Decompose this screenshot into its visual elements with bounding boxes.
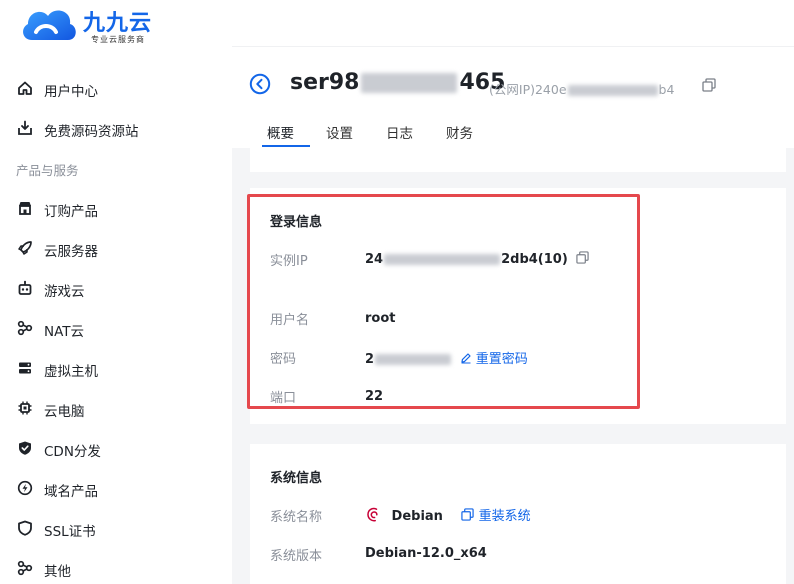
- nav-item-domain[interactable]: 域名产品: [0, 473, 232, 503]
- nav-item-user-center[interactable]: 用户中心: [0, 73, 232, 103]
- nav-item-ssl[interactable]: SSL证书: [0, 513, 232, 543]
- tab-bar: 概要 设置 日志 财务: [262, 118, 782, 148]
- nav-item-order-products[interactable]: 订购产品: [0, 193, 232, 223]
- login-info-title: 登录信息: [270, 215, 323, 230]
- password-prefix: 2: [365, 352, 375, 367]
- os-version-label: 系统版本: [270, 549, 323, 564]
- nav-item-label: 游戏云: [44, 284, 85, 300]
- bolt-circle-icon: [16, 479, 34, 497]
- server-name: ser98 465: [290, 70, 505, 95]
- redacted-text: [384, 254, 501, 265]
- download-box-icon: [16, 119, 34, 137]
- os-name-label: 系统名称: [270, 510, 323, 525]
- active-tab-indicator: [262, 145, 310, 147]
- os-version-value: Debian-12.0_x64: [365, 546, 487, 561]
- copy-icon[interactable]: [576, 251, 589, 264]
- os-name-text: Debian: [391, 509, 443, 524]
- port-label: 端口: [270, 391, 297, 406]
- nav-item-other[interactable]: 其他: [0, 553, 232, 583]
- instance-ip-value: 24 2db4(10): [365, 251, 589, 267]
- shield-check-icon: [16, 439, 34, 457]
- brand-name: 九九云: [83, 11, 153, 36]
- public-ip-suffix: b4: [658, 82, 675, 97]
- brand-logo[interactable]: 九九云 专业云服务商: [18, 2, 188, 46]
- tab-overview[interactable]: 概要: [267, 122, 294, 142]
- server-name-prefix: ser98: [290, 70, 360, 95]
- nodes-icon: [16, 319, 34, 337]
- reinstall-label: 重装系统: [478, 509, 531, 524]
- nav-section-products: 产品与服务: [16, 163, 79, 178]
- nav-item-virtual-host[interactable]: 虚拟主机: [0, 353, 232, 383]
- reset-password-link[interactable]: 重置密码: [460, 352, 528, 367]
- tab-label: 财务: [446, 126, 473, 142]
- brand-tagline: 专业云服务商: [91, 35, 145, 44]
- port-value: 22: [365, 389, 384, 404]
- main-content: ser98 465 (公网IP)240e b4 概要 设置 日志 财务 登录信息 实…: [232, 0, 794, 584]
- tab-logs[interactable]: 日志: [386, 122, 413, 142]
- nav-item-label: 用户中心: [44, 84, 98, 100]
- nav-item-cloud-server[interactable]: 云服务器: [0, 233, 232, 263]
- tab-label: 设置: [326, 126, 353, 142]
- system-info-title: 系统信息: [270, 471, 323, 486]
- nav-item-game-cloud[interactable]: 游戏云: [0, 273, 232, 303]
- nav-item-label: 其他: [44, 564, 71, 580]
- redacted-text: [375, 354, 452, 365]
- instance-ip-suffix: 2db4(10): [501, 252, 568, 267]
- header-divider: [232, 46, 794, 47]
- redacted-text: [361, 73, 458, 93]
- rocket-icon: [16, 239, 34, 257]
- nav-item-label: 云电脑: [44, 404, 85, 420]
- nav-item-label: 云服务器: [44, 244, 98, 260]
- nav-item-label: 虚拟主机: [44, 364, 98, 380]
- tab-settings[interactable]: 设置: [326, 122, 353, 142]
- nav-item-cdn[interactable]: CDN分发: [0, 433, 232, 463]
- store-icon: [16, 199, 34, 217]
- redacted-text: [567, 85, 658, 96]
- nav-item-nat-cloud[interactable]: NAT云: [0, 313, 232, 343]
- nav-item-free-source[interactable]: 免费源码资源站: [0, 113, 232, 143]
- nav-item-label: 免费源码资源站: [44, 124, 139, 140]
- instance-ip-label: 实例IP: [270, 254, 308, 269]
- public-ip: (公网IP)240e b4: [489, 79, 674, 98]
- login-info-card: 登录信息 实例IP 24 2db4(10) 用户名 root 密码 2 重置密码 …: [250, 188, 786, 424]
- public-ip-prefix: (公网IP)240e: [489, 82, 567, 97]
- edit-icon: [460, 353, 471, 364]
- username-label: 用户名: [270, 313, 310, 328]
- copy-icon[interactable]: [702, 78, 716, 92]
- nav-item-label: 订购产品: [44, 204, 98, 220]
- home-icon: [16, 79, 34, 97]
- nav-item-label: SSL证书: [44, 524, 96, 540]
- password-value: 2 重置密码: [365, 348, 528, 367]
- tab-label: 日志: [386, 126, 413, 142]
- sidebar: 九九云 专业云服务商 用户中心 免费源码资源站 产品与服务 订购产品 云服务器 …: [0, 0, 232, 584]
- cloud-logo-icon: [23, 10, 76, 40]
- instance-ip-prefix: 24: [365, 252, 384, 267]
- previous-card: [250, 148, 786, 172]
- reinstall-system-link[interactable]: 重装系统: [461, 508, 531, 524]
- nav-item-label: 域名产品: [44, 484, 98, 500]
- robot-icon: [16, 279, 34, 297]
- nav-item-cloud-pc[interactable]: 云电脑: [0, 393, 232, 423]
- tab-finance[interactable]: 财务: [446, 122, 473, 142]
- os-name-value: Debian 重装系统: [365, 505, 531, 524]
- reset-password-label: 重置密码: [475, 352, 528, 367]
- copy-icon: [461, 508, 475, 521]
- nodes-icon: [16, 559, 34, 577]
- shield-icon: [16, 519, 34, 537]
- chip-icon: [16, 399, 34, 417]
- back-icon[interactable]: [249, 73, 271, 95]
- server-icon: [16, 359, 34, 377]
- system-info-card: 系统信息 系统名称 Debian 重装系统 系统版本 Debian-12.0_x…: [250, 444, 786, 584]
- nav-item-label: NAT云: [44, 324, 85, 340]
- nav-item-label: CDN分发: [44, 444, 101, 460]
- debian-logo-icon: [367, 507, 378, 522]
- tab-label: 概要: [267, 126, 294, 142]
- username-value: root: [365, 311, 396, 326]
- password-label: 密码: [270, 352, 297, 367]
